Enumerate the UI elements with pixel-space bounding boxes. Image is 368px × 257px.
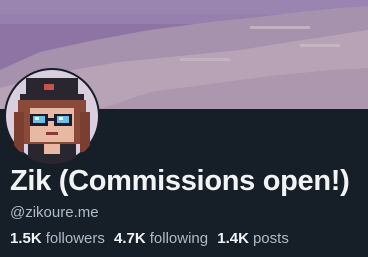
following-count: 4.7K (114, 230, 146, 247)
posts-count: 1.4K (217, 230, 249, 247)
avatar-pixel-character-icon (6, 70, 98, 164)
profile-header: Zik (Commissions open!) @zikoure.me 1.5K… (0, 0, 368, 257)
profile-stats: 1.5K followers 4.7K following 1.4K posts (10, 230, 294, 248)
followers-label: followers (45, 230, 105, 247)
posts-label: posts (252, 230, 289, 247)
avatar[interactable] (4, 68, 100, 164)
followers-count: 1.5K (10, 230, 42, 247)
profile-handle: @zikoure.me (10, 204, 99, 221)
followers-stat[interactable]: 1.5K followers (10, 230, 105, 248)
display-name: Zik (Commissions open!) (10, 165, 350, 197)
posts-stat: 1.4K posts (217, 230, 289, 248)
following-label: following (149, 230, 209, 247)
following-stat[interactable]: 4.7K following (114, 230, 208, 248)
